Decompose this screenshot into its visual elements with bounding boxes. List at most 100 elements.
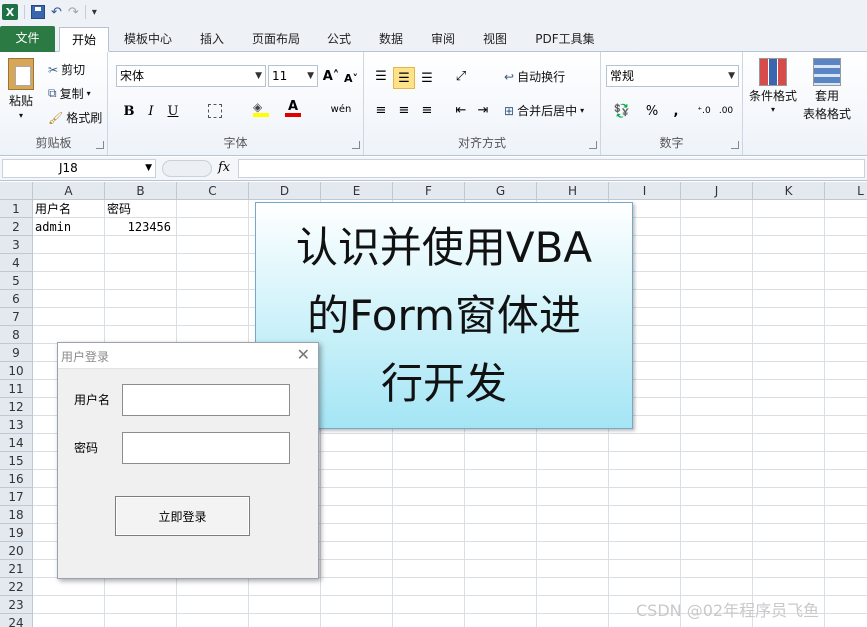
column-header[interactable]: H — [537, 182, 609, 200]
column-header[interactable]: B — [105, 182, 177, 200]
row-header[interactable]: 16 — [0, 470, 33, 488]
username-input[interactable] — [122, 384, 290, 416]
login-button[interactable]: 立即登录 — [115, 496, 250, 536]
merge-center-button[interactable]: ⊞ 合并后居中 ▾ — [504, 102, 584, 119]
column-header[interactable]: D — [249, 182, 321, 200]
tab-page-layout[interactable]: 页面布局 — [244, 27, 308, 52]
formula-input[interactable] — [238, 159, 865, 178]
row-header[interactable]: 9 — [0, 344, 33, 362]
format-as-table-button[interactable]: 套用 表格格式 — [803, 58, 851, 122]
excel-logo-icon[interactable]: X — [2, 4, 18, 20]
decrease-indent-icon[interactable]: ⇤ — [450, 99, 472, 121]
shrink-font-button[interactable]: A˅ — [340, 67, 362, 89]
fill-color-icon[interactable]: ◈ — [250, 98, 272, 120]
column-header[interactable]: A — [33, 182, 105, 200]
increase-indent-icon[interactable]: ⇥ — [472, 99, 494, 121]
row-header[interactable]: 3 — [0, 236, 33, 254]
tab-view[interactable]: 视图 — [474, 27, 516, 52]
row-header[interactable]: 19 — [0, 524, 33, 542]
cell-b1[interactable]: 密码 — [107, 200, 179, 218]
tab-pdf-tools[interactable]: PDF工具集 — [528, 27, 602, 52]
percent-button[interactable]: % — [641, 100, 663, 122]
row-header[interactable]: 12 — [0, 398, 33, 416]
tab-data[interactable]: 数据 — [370, 27, 412, 52]
underline-button[interactable]: U — [162, 100, 184, 122]
column-header[interactable]: L — [825, 182, 867, 200]
undo-icon[interactable]: ↶ — [51, 3, 62, 21]
row-header[interactable]: 21 — [0, 560, 33, 578]
tab-insert[interactable]: 插入 — [191, 27, 233, 52]
bold-button[interactable]: B — [118, 100, 140, 122]
tab-home[interactable]: 开始 — [59, 27, 109, 52]
comma-button[interactable]: , — [665, 100, 687, 122]
cell-b2[interactable]: 123456 — [105, 218, 177, 236]
italic-button[interactable]: I — [140, 100, 162, 122]
column-header[interactable]: F — [393, 182, 465, 200]
insert-function-icon[interactable]: fx — [218, 160, 230, 175]
paste-button[interactable]: 粘贴 ▾ — [8, 58, 34, 120]
save-icon[interactable] — [31, 5, 45, 19]
grow-font-button[interactable]: A˄ — [320, 65, 342, 87]
row-header[interactable]: 11 — [0, 380, 33, 398]
row-header[interactable]: 13 — [0, 416, 33, 434]
align-top-icon[interactable]: ☰ — [370, 65, 392, 87]
row-header[interactable]: 10 — [0, 362, 33, 380]
row-header[interactable]: 15 — [0, 452, 33, 470]
row-header[interactable]: 20 — [0, 542, 33, 560]
cut-button[interactable]: ✂ 剪切 — [48, 61, 85, 78]
align-bottom-icon[interactable]: ☰ — [416, 67, 438, 89]
form-title-bar[interactable]: 用户登录 ✕ — [58, 343, 318, 369]
column-header[interactable]: G — [465, 182, 537, 200]
row-header[interactable]: 7 — [0, 308, 33, 326]
row-header[interactable]: 23 — [0, 596, 33, 614]
cell-a1[interactable]: 用户名 — [35, 200, 107, 218]
formula-bar-splitter[interactable] — [162, 160, 212, 177]
column-header[interactable]: C — [177, 182, 249, 200]
tab-file[interactable]: 文件 — [0, 26, 55, 52]
row-header[interactable]: 6 — [0, 290, 33, 308]
font-color-icon[interactable]: A — [282, 98, 304, 120]
cell-a2[interactable]: admin — [35, 218, 107, 236]
tab-template-center[interactable]: 模板中心 — [115, 27, 181, 52]
alignment-launcher-icon[interactable] — [589, 141, 597, 149]
format-painter-button[interactable]: 🖌 格式刷 — [48, 109, 102, 126]
select-all-corner[interactable] — [0, 182, 33, 200]
align-left-icon[interactable]: ≡ — [370, 99, 392, 121]
column-header[interactable]: I — [609, 182, 681, 200]
password-input[interactable] — [122, 432, 290, 464]
row-header[interactable]: 24 — [0, 614, 33, 627]
number-format-combo[interactable]: 常规 ▼ — [606, 65, 739, 87]
copy-button[interactable]: ⧉ 复制 ▾ — [48, 85, 91, 102]
align-middle-icon[interactable]: ☰ — [393, 67, 415, 89]
border-icon[interactable] — [204, 100, 226, 122]
column-header[interactable]: K — [753, 182, 825, 200]
row-header[interactable]: 17 — [0, 488, 33, 506]
align-right-icon[interactable]: ≡ — [416, 99, 438, 121]
row-header[interactable]: 5 — [0, 272, 33, 290]
number-launcher-icon[interactable] — [731, 141, 739, 149]
row-header[interactable]: 1 — [0, 200, 33, 218]
customize-qat-icon[interactable]: ▾ — [92, 3, 97, 21]
row-header[interactable]: 14 — [0, 434, 33, 452]
orientation-icon[interactable]: ⤢ — [450, 65, 472, 87]
font-launcher-icon[interactable] — [352, 141, 360, 149]
decrease-decimal-icon[interactable]: .00 — [715, 100, 737, 122]
conditional-format-button[interactable]: 条件格式 ▾ — [749, 58, 797, 114]
row-header[interactable]: 22 — [0, 578, 33, 596]
row-header[interactable]: 8 — [0, 326, 33, 344]
wrap-text-button[interactable]: ↩ 自动换行 — [504, 68, 565, 85]
clipboard-launcher-icon[interactable] — [96, 141, 104, 149]
row-header[interactable]: 18 — [0, 506, 33, 524]
column-header[interactable]: E — [321, 182, 393, 200]
redo-icon[interactable]: ↷ — [68, 3, 79, 21]
tab-formulas[interactable]: 公式 — [318, 27, 360, 52]
row-header[interactable]: 2 — [0, 218, 33, 236]
tab-review[interactable]: 审阅 — [422, 27, 464, 52]
column-header[interactable]: J — [681, 182, 753, 200]
name-box[interactable]: J18 ▼ — [2, 159, 156, 178]
row-header[interactable]: 4 — [0, 254, 33, 272]
increase-decimal-icon[interactable]: ⁺.0 — [693, 100, 715, 122]
font-size-combo[interactable]: 11 ▼ — [268, 65, 318, 87]
font-name-combo[interactable]: 宋体 ▼ — [116, 65, 266, 87]
align-center-icon[interactable]: ≡ — [393, 99, 415, 121]
